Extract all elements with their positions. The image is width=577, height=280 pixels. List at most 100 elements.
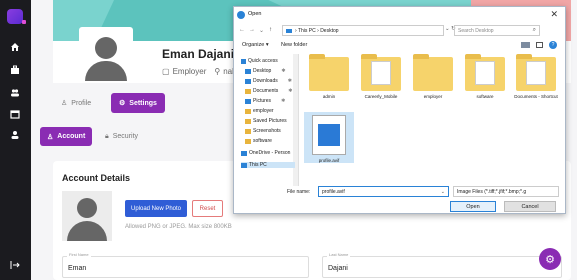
nav-item-label: Saved Pictures (253, 118, 287, 124)
dialog-title: Open (248, 11, 262, 17)
nav-item-label: employer (253, 108, 274, 114)
file-type-select[interactable]: Image Files (*.tiff;*.jfif;*.bmp;*.g (453, 186, 559, 197)
nav-item-label: Quick access (248, 58, 278, 64)
user-icon: ♙ (61, 100, 68, 107)
first-name-field[interactable]: First Name Eman (62, 252, 309, 278)
nav-item-label: Screenshots (253, 128, 281, 134)
first-name-label: First Name (67, 252, 91, 257)
recent-dropdown-icon[interactable]: ⌄ (259, 27, 264, 34)
app-logo[interactable] (7, 9, 26, 24)
file-item[interactable]: software (460, 54, 510, 99)
view-options-icon[interactable] (521, 42, 530, 48)
account-details-title: Account Details (62, 173, 131, 183)
avatar (79, 27, 133, 81)
address-bar[interactable]: › This PC › Desktop (282, 25, 444, 36)
briefcase-icon: ▢ (162, 67, 170, 76)
forward-icon[interactable]: → (249, 27, 255, 33)
view-controls: ? (521, 41, 557, 49)
folder-icon (245, 68, 251, 74)
location-pin-icon: ⚲ (214, 67, 221, 76)
gear-icon: ⚙ (119, 100, 126, 107)
star-icon (241, 58, 246, 64)
tab-settings[interactable]: ⚙ Settings (111, 93, 165, 113)
tab-profile[interactable]: ♙ Profile (53, 93, 99, 113)
folder-icon (245, 78, 251, 84)
user-icon[interactable] (8, 128, 22, 142)
user-icon: ♙ (47, 133, 54, 141)
folder-icon (245, 88, 251, 94)
folder-icon (465, 54, 505, 91)
folder-icon (245, 108, 251, 114)
last-name-value: Dajani (328, 265, 348, 272)
search-placeholder: Search Desktop (458, 27, 494, 34)
file-item[interactable]: Documents - Shortcut (511, 54, 561, 99)
nav-item[interactable]: Saved Pictures (245, 118, 287, 124)
nav-item[interactable]: employer (245, 108, 274, 114)
cancel-button[interactable]: Cancel (504, 201, 556, 212)
file-item[interactable]: Careerly_Mobile (356, 54, 406, 99)
nav-item[interactable]: Desktop ✱ (245, 68, 286, 74)
nav-item[interactable]: Screenshots (245, 128, 281, 134)
nav-item[interactable]: This PC (241, 162, 295, 168)
folder-icon (245, 128, 251, 134)
logout-icon[interactable] (8, 258, 22, 272)
last-name-label: Last Name (327, 252, 351, 257)
nav-item[interactable]: Pictures ✱ (245, 98, 285, 104)
tab-security-label: Security (112, 133, 139, 140)
nav-item-label: Desktop (253, 68, 272, 74)
pin-icon: ✱ (281, 68, 286, 74)
last-name-field[interactable]: Last Name Dajani (322, 252, 562, 278)
file-item[interactable]: employer (408, 54, 458, 99)
file-item[interactable]: admin (304, 54, 354, 99)
file-item-selected[interactable]: profile.avif (304, 112, 354, 163)
tab-account[interactable]: ♙ Account (40, 127, 93, 146)
pc-icon (286, 28, 292, 33)
nav-item-label: software (253, 138, 272, 144)
tab-account-label: Account (57, 133, 86, 140)
pin-icon: ✱ (281, 98, 286, 104)
calendar-icon[interactable] (8, 107, 22, 121)
open-button[interactable]: Open (450, 201, 496, 212)
file-label: Careerly_Mobile (364, 94, 398, 99)
close-icon[interactable]: ✕ (550, 9, 558, 20)
file-name-row: File name: profile.avif ⌄ Image Files (*… (237, 186, 562, 198)
nav-item-label: Documents (253, 88, 279, 94)
dialog-toolbar: Organize ▾ New folder ? (237, 40, 562, 51)
folder-icon (245, 118, 251, 124)
nav-item[interactable]: Downloads ✱ (245, 78, 292, 84)
folder-icon (361, 54, 401, 91)
file-name-value: profile.avif (322, 188, 345, 195)
file-open-dialog: Open ✕ ← → ⌄ ↑ › This PC › Desktop ⌄ ↻ S… (233, 6, 566, 214)
nav-item[interactable]: OneDrive - Person (241, 150, 290, 156)
file-list: admin Careerly_Mobile employer software … (304, 54, 562, 186)
home-icon[interactable] (8, 40, 22, 54)
account-avatar (62, 191, 112, 241)
role-info: ▢ Employer (162, 67, 206, 76)
new-folder-button[interactable]: New folder (281, 42, 307, 48)
nav-item[interactable]: Quick access (241, 58, 278, 64)
folder-icon (241, 162, 247, 168)
back-icon[interactable]: ← (239, 27, 245, 33)
tab-security[interactable]: 🔒︎ Security (98, 127, 145, 146)
organize-menu[interactable]: Organize ▾ (242, 42, 269, 48)
navigation-pane: Quick access Desktop ✱ Downloads ✱ Documents ✱… (237, 54, 299, 186)
folder-icon (245, 138, 251, 144)
file-label: Documents - Shortcut (514, 94, 558, 99)
search-input[interactable]: Search Desktop ⌕ (454, 25, 540, 36)
preview-pane-icon[interactable] (536, 42, 543, 48)
breadcrumb: › This PC › Desktop (295, 27, 339, 34)
users-icon[interactable] (8, 86, 22, 100)
reset-button[interactable]: Reset (192, 200, 223, 217)
lock-icon: 🔒︎ (105, 132, 109, 140)
file-label: software (476, 94, 494, 99)
nav-item[interactable]: Documents ✱ (245, 88, 293, 94)
settings-fab[interactable]: ⚙ (539, 248, 561, 270)
file-name-input[interactable]: profile.avif ⌄ (318, 186, 449, 197)
help-icon[interactable]: ? (549, 41, 557, 49)
pin-icon: ✱ (288, 88, 293, 94)
upload-photo-button[interactable]: Upload New Photo (125, 200, 187, 217)
briefcase-icon[interactable] (8, 63, 22, 77)
pin-icon: ✱ (287, 78, 292, 84)
up-icon[interactable]: ↑ (269, 27, 272, 33)
nav-item[interactable]: software (245, 138, 272, 144)
